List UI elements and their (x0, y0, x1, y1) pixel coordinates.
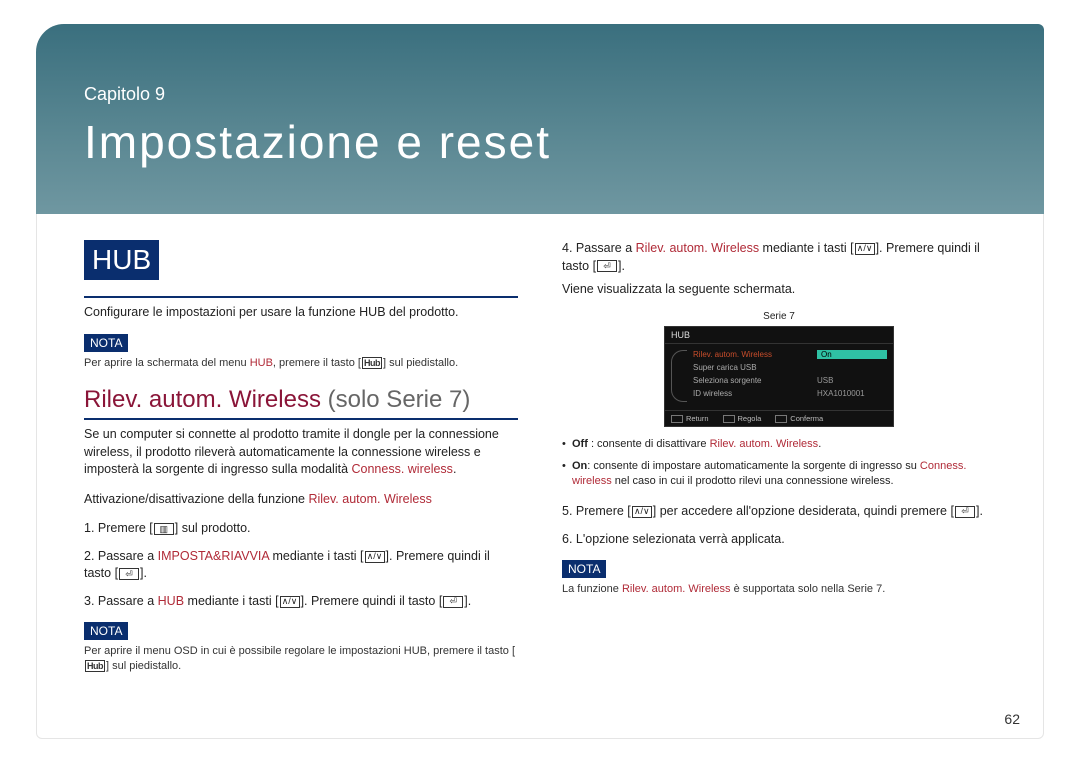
page-title: Impostazione e reset (84, 115, 996, 169)
section-title: Rilev. autom. Wireless (solo Serie 7) (84, 386, 518, 414)
osd-footer: Return Regola Conferma (665, 410, 893, 426)
chapter-label: Capitolo 9 (84, 84, 996, 105)
content-area: HUB Configurare le impostazioni per usar… (84, 240, 996, 715)
enter-icon: ⏎ (443, 596, 463, 608)
bullet-off: Off : consente di disattivare Rilev. aut… (562, 437, 996, 452)
updown-icon: ∧/∨ (365, 551, 385, 563)
osd-rows: Rilev. autom. WirelessOn Super carica US… (693, 348, 887, 400)
nota-tag: NOTA (84, 622, 128, 640)
updown-icon: ∧/∨ (632, 506, 652, 518)
updown-icon: ∧/∨ (855, 243, 875, 255)
osd-preview: HUB Rilev. autom. WirelessOn Super caric… (664, 326, 894, 427)
enter-icon: ⏎ (955, 506, 975, 518)
step-3: 3. Passare a HUB mediante i tasti [∧/∨].… (84, 593, 518, 611)
left-column: HUB Configurare le impostazioni per usar… (84, 240, 518, 715)
steps-list-right: 4. Passare a Rilev. autom. Wireless medi… (562, 240, 996, 299)
chapter-header: Capitolo 9 Impostazione e reset (36, 24, 1044, 214)
step-4: 4. Passare a Rilev. autom. Wireless medi… (562, 240, 996, 299)
section-paragraph: Se un computer si connette al prodotto t… (84, 426, 518, 479)
osd-title: HUB (665, 327, 893, 344)
bullet-on: On: consente di impostare automaticament… (562, 459, 996, 489)
enter-icon: ⏎ (597, 260, 617, 272)
steps-list-right-2: 5. Premere [∧/∨] per accedere all'opzion… (562, 503, 996, 548)
osd-row: Seleziona sorgenteUSB (693, 374, 887, 387)
osd-row: Super carica USB (693, 361, 887, 374)
osd-row: Rilev. autom. WirelessOn (693, 348, 887, 361)
divider (84, 296, 518, 298)
right-column: 4. Passare a Rilev. autom. Wireless medi… (562, 240, 996, 715)
step-1: 1. Premere [▥] sul prodotto. (84, 520, 518, 538)
nota-tag: NOTA (562, 560, 606, 578)
option-bullets: Off : consente di disattivare Rilev. aut… (562, 437, 996, 490)
hub-pill: HUB (84, 240, 159, 280)
page-number: 62 (1004, 711, 1020, 727)
osd-preview-label: Serie 7 (562, 311, 996, 322)
toggle-line: Attivazione/disattivazione della funzion… (84, 491, 518, 509)
nota-tag: NOTA (84, 334, 128, 352)
steps-list: 1. Premere [▥] sul prodotto. 2. Passare … (84, 520, 518, 610)
divider (84, 418, 518, 420)
nota-text-3: La funzione Rilev. autom. Wireless è sup… (562, 582, 996, 597)
nota-text-2: Per aprire il menu OSD in cui è possibil… (84, 644, 518, 674)
hub-button-icon: Hub (85, 660, 105, 672)
nota-text-1: Per aprire la schermata del menu HUB, pr… (84, 356, 518, 371)
step-2: 2. Passare a IMPOSTA&RIAVVIA mediante i … (84, 548, 518, 583)
osd-row: ID wirelessHXA1010001 (693, 387, 887, 400)
hub-button-icon: Hub (362, 357, 382, 369)
enter-icon: ⏎ (119, 568, 139, 580)
page-root: Capitolo 9 Impostazione e reset HUB Conf… (0, 0, 1080, 763)
menu-icon: ▥ (154, 523, 174, 535)
hub-intro: Configurare le impostazioni per usare la… (84, 304, 518, 322)
updown-icon: ∧/∨ (280, 596, 300, 608)
osd-arc-icon (671, 350, 687, 402)
osd-preview-wrap: Serie 7 HUB Rilev. autom. WirelessOn Sup… (562, 311, 996, 427)
step-5: 5. Premere [∧/∨] per accedere all'opzion… (562, 503, 996, 521)
step-6: 6. L'opzione selezionata verrà applicata… (562, 531, 996, 549)
